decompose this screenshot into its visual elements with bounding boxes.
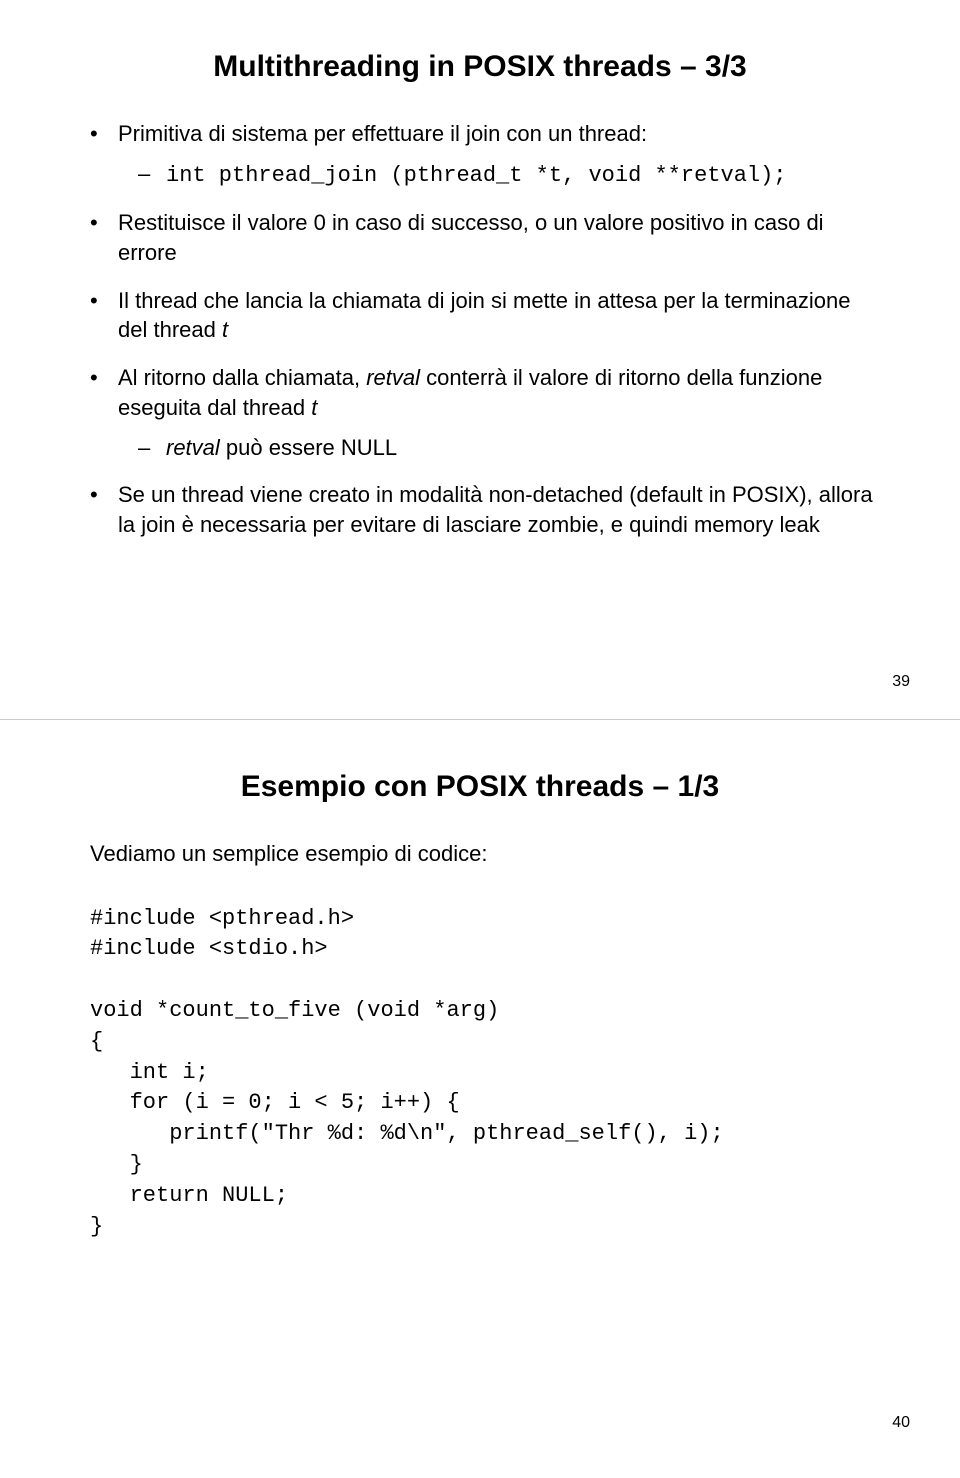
italic-text: t [222, 317, 228, 342]
sub-bullet-item: int pthread_join (pthread_t *t, void **r… [138, 159, 880, 191]
bullet-text: Primitiva di sistema per effettuare il j… [118, 121, 647, 146]
bullet-text: può essere NULL [220, 435, 397, 460]
bullet-item: Il thread che lancia la chiamata di join… [90, 286, 880, 345]
bullet-text: Al ritorno dalla chiamata, [118, 365, 366, 390]
bullet-text: Restituisce il valore 0 in caso di succe… [118, 210, 824, 265]
page-number: 40 [892, 1414, 910, 1432]
sub-bullet-list: int pthread_join (pthread_t *t, void **r… [138, 159, 880, 191]
bullet-item: Primitiva di sistema per effettuare il j… [90, 119, 880, 190]
italic-text: t [311, 395, 317, 420]
slide-39: Multithreading in POSIX threads – 3/3 Pr… [0, 0, 960, 720]
bullet-item: Se un thread viene creato in modalità no… [90, 480, 880, 539]
sub-bullet-list: retval può essere NULL [138, 433, 880, 463]
slide-title: Multithreading in POSIX threads – 3/3 [80, 50, 880, 84]
intro-text: Vediamo un semplice esempio di codice: [90, 839, 880, 869]
sub-bullet-item: retval può essere NULL [138, 433, 880, 463]
italic-text: retval [166, 435, 220, 460]
italic-text: retval [366, 365, 420, 390]
code-inline: int pthread_join (pthread_t *t, void **r… [166, 163, 787, 188]
bullet-item: Restituisce il valore 0 in caso di succe… [90, 208, 880, 267]
page-number: 39 [892, 673, 910, 691]
slide-40: Esempio con POSIX threads – 1/3 Vediamo … [0, 720, 960, 1460]
bullet-text: Se un thread viene creato in modalità no… [118, 482, 873, 537]
slide-title: Esempio con POSIX threads – 1/3 [80, 770, 880, 804]
code-block: #include <pthread.h> #include <stdio.h> … [90, 904, 880, 1243]
bullet-item: Al ritorno dalla chiamata, retval conter… [90, 363, 880, 462]
bullet-list: Primitiva di sistema per effettuare il j… [90, 119, 880, 540]
